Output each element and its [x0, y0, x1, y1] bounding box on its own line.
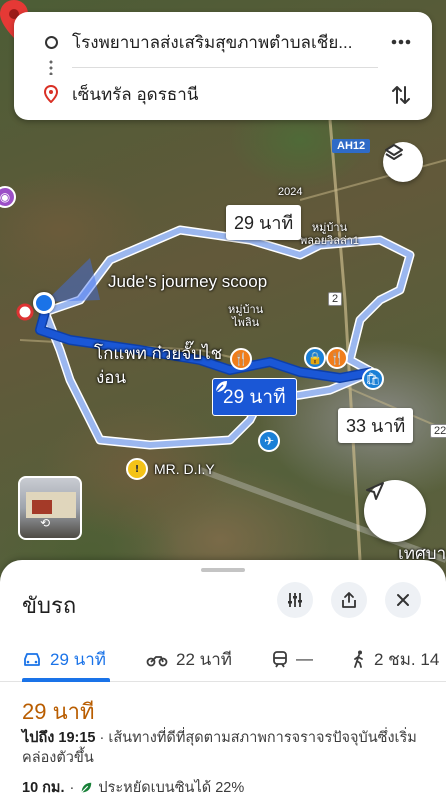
swap-button[interactable] [388, 82, 414, 108]
tab-transit[interactable]: — [272, 636, 313, 682]
route-distance: 10 กม. [22, 780, 65, 796]
route-distance-row: 10 กม. · ประหยัดเบนซินได้ 22% [22, 776, 244, 799]
arrival-time: ไปถึง 19:15 [22, 730, 96, 746]
more-horizontal-icon [391, 39, 411, 45]
village-ploy-line2: พลอยวิลล่า1 [300, 235, 359, 247]
mall-icon[interactable]: 🛍 [362, 368, 384, 390]
travel-mode-tabs: 29 นาที 22 นาที — 2 ชม. 14 [0, 636, 446, 682]
close-button[interactable] [385, 582, 421, 618]
street-view-rotate-icon: ⟲ [40, 516, 51, 530]
tab-transit-label: — [296, 649, 313, 668]
restaurant-icon[interactable]: 🍴 [230, 348, 252, 370]
tune-icon [288, 593, 302, 607]
directions-sheet: ขับรถ 29 นาที 22 นาที — 2 ชม. 14 29 นาที… [0, 560, 446, 800]
swap-vertical-icon [392, 86, 410, 104]
label-village-ploy: หมู่บ้าน พลอยวิลล่า1 [300, 222, 359, 248]
destination-pin-small-icon [44, 85, 58, 103]
route-dots-icon [49, 59, 53, 75]
tab-motorcycle[interactable]: 22 นาที [146, 636, 232, 682]
route-time-alt2[interactable]: 33 นาที [338, 408, 414, 443]
label-judes-journey: Jude's journey scoop [108, 272, 268, 291]
route-time-main-label: 29 นาที [223, 387, 286, 408]
destination-field[interactable]: เซ็นทรัล อุดรธานี [72, 81, 198, 108]
sheet-drag-handle[interactable] [201, 568, 245, 572]
route-time-alt1[interactable]: 29 นาที [226, 205, 302, 240]
field-divider [72, 67, 378, 68]
more-options-button[interactable] [388, 29, 414, 55]
close-icon [397, 594, 409, 606]
road-ah12-badge: AH12 [332, 139, 371, 153]
village-pailin-line1: หมู่บ้าน [228, 304, 264, 316]
route-options-button[interactable] [277, 582, 313, 618]
shopping-icon[interactable]: 🔒 [304, 347, 326, 369]
restaurant-icon-2[interactable]: 🍴 [326, 347, 348, 369]
road-22-badge: 22 [430, 424, 446, 438]
village-ploy-line1: หมู่บ้าน [311, 222, 348, 234]
walk-icon [354, 650, 363, 668]
active-tab-indicator [22, 678, 110, 682]
route-time-main[interactable]: 29 นาที [212, 378, 297, 416]
motorcycle-icon [146, 656, 168, 667]
street-view-thumbnail[interactable]: ⟲ [18, 476, 82, 540]
navigation-arrow-icon [366, 482, 384, 500]
tab-motorcycle-label: 22 นาที [176, 649, 233, 669]
destination-row[interactable]: เซ็นทรัล อุดรธานี [14, 74, 432, 114]
sheet-title: ขับรถ [22, 593, 77, 618]
route-eta[interactable]: 29 นาที [22, 694, 94, 729]
tab-drive-label: 29 นาที [50, 649, 107, 669]
tab-walk[interactable]: 2 ชม. 14 [352, 636, 439, 682]
road-2-badge: 2 [328, 292, 343, 306]
airport-icon[interactable]: ✈ [258, 430, 280, 452]
car-icon [24, 653, 40, 666]
fuel-savings: ประหยัดเบนซินได้ 22% [98, 780, 245, 796]
layers-icon [385, 144, 403, 160]
label-village-pailin: หมู่บ้าน ไพลิน [228, 304, 263, 330]
origin-row[interactable]: โรงพยาบาลส่งเสริมสุขภาพตำบลเชีย... [14, 22, 432, 62]
label-kopat-line2: ง่อน [96, 368, 127, 387]
eco-leaf-icon-green [81, 782, 92, 793]
origin-field[interactable]: โรงพยาบาลส่งเสริมสุขภาพตำบลเชีย... [72, 29, 382, 56]
label-year: 2024 [278, 186, 303, 198]
eco-leaf-icon [215, 381, 227, 393]
train-icon [273, 651, 287, 668]
poi-mrdiy[interactable]: ! MR. D.I.Y [126, 458, 215, 480]
current-location-dot [33, 292, 55, 314]
route-description: ไปถึง 19:15 · เส้นทางที่ดีที่สุดตามสภาพก… [22, 728, 432, 768]
layers-button[interactable] [383, 142, 423, 182]
village-pailin-line2: ไพลิน [232, 317, 260, 329]
mrdiy-icon: ! [126, 458, 148, 480]
tab-drive[interactable]: 29 นาที [22, 636, 106, 682]
tab-walk-label: 2 ชม. 14 [374, 649, 440, 669]
directions-search-card: โรงพยาบาลส่งเสริมสุขภาพตำบลเชีย... เซ็นท… [14, 12, 432, 120]
separator-dot: · [69, 779, 75, 796]
share-icon [342, 592, 356, 608]
recenter-button[interactable] [364, 480, 426, 542]
origin-circle-icon [45, 35, 58, 49]
label-kopat: โกแพท ก๋วยจั๊บไช [94, 344, 223, 363]
mrdiy-label: MR. D.I.Y [154, 461, 215, 477]
share-button[interactable] [331, 582, 367, 618]
